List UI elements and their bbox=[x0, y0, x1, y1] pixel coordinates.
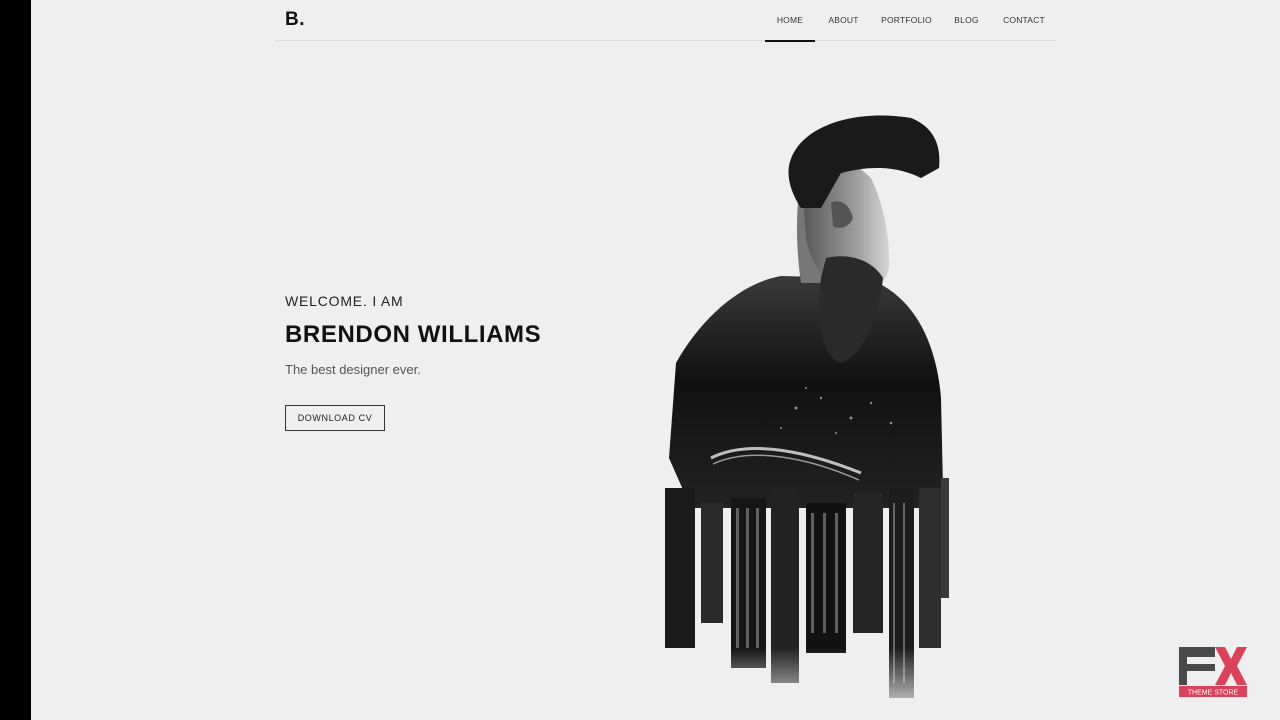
page: B. HOME ABOUT PORTFOLIO BLOG CONTACT WEL… bbox=[31, 0, 1280, 720]
main-nav: HOME ABOUT PORTFOLIO BLOG CONTACT bbox=[765, 0, 1056, 42]
nav-item-label: BLOG bbox=[954, 15, 979, 25]
hero-text: WELCOME. I AM BRENDON WILLIAMS The best … bbox=[285, 293, 541, 377]
nav-item-label: ABOUT bbox=[828, 15, 859, 25]
nav-item-home[interactable]: HOME bbox=[765, 0, 815, 42]
nav-item-label: CONTACT bbox=[1003, 15, 1045, 25]
left-black-frame bbox=[0, 0, 31, 720]
double-exposure-portrait-image bbox=[621, 115, 961, 720]
nav-item-contact[interactable]: CONTACT bbox=[992, 0, 1056, 41]
watermark-subtitle: THEME STORE bbox=[1188, 690, 1239, 697]
nav-item-about[interactable]: ABOUT bbox=[815, 0, 872, 41]
hero-greeting: WELCOME. I AM bbox=[285, 293, 404, 309]
nav-item-label: PORTFOLIO bbox=[881, 15, 932, 25]
site-logo[interactable]: B. bbox=[285, 9, 305, 31]
site-header: B. HOME ABOUT PORTFOLIO BLOG CONTACT bbox=[275, 0, 1056, 42]
hero-tagline: The best designer ever. bbox=[285, 362, 421, 377]
download-cv-button[interactable]: DOWNLOAD CV bbox=[285, 405, 385, 431]
nav-item-portfolio[interactable]: PORTFOLIO bbox=[872, 0, 941, 41]
hero-name: BRENDON WILLIAMS bbox=[285, 321, 542, 348]
fx-theme-store-logo: THEME STORE bbox=[1179, 647, 1247, 697]
nav-item-blog[interactable]: BLOG bbox=[941, 0, 992, 41]
nav-item-label: HOME bbox=[776, 15, 804, 25]
